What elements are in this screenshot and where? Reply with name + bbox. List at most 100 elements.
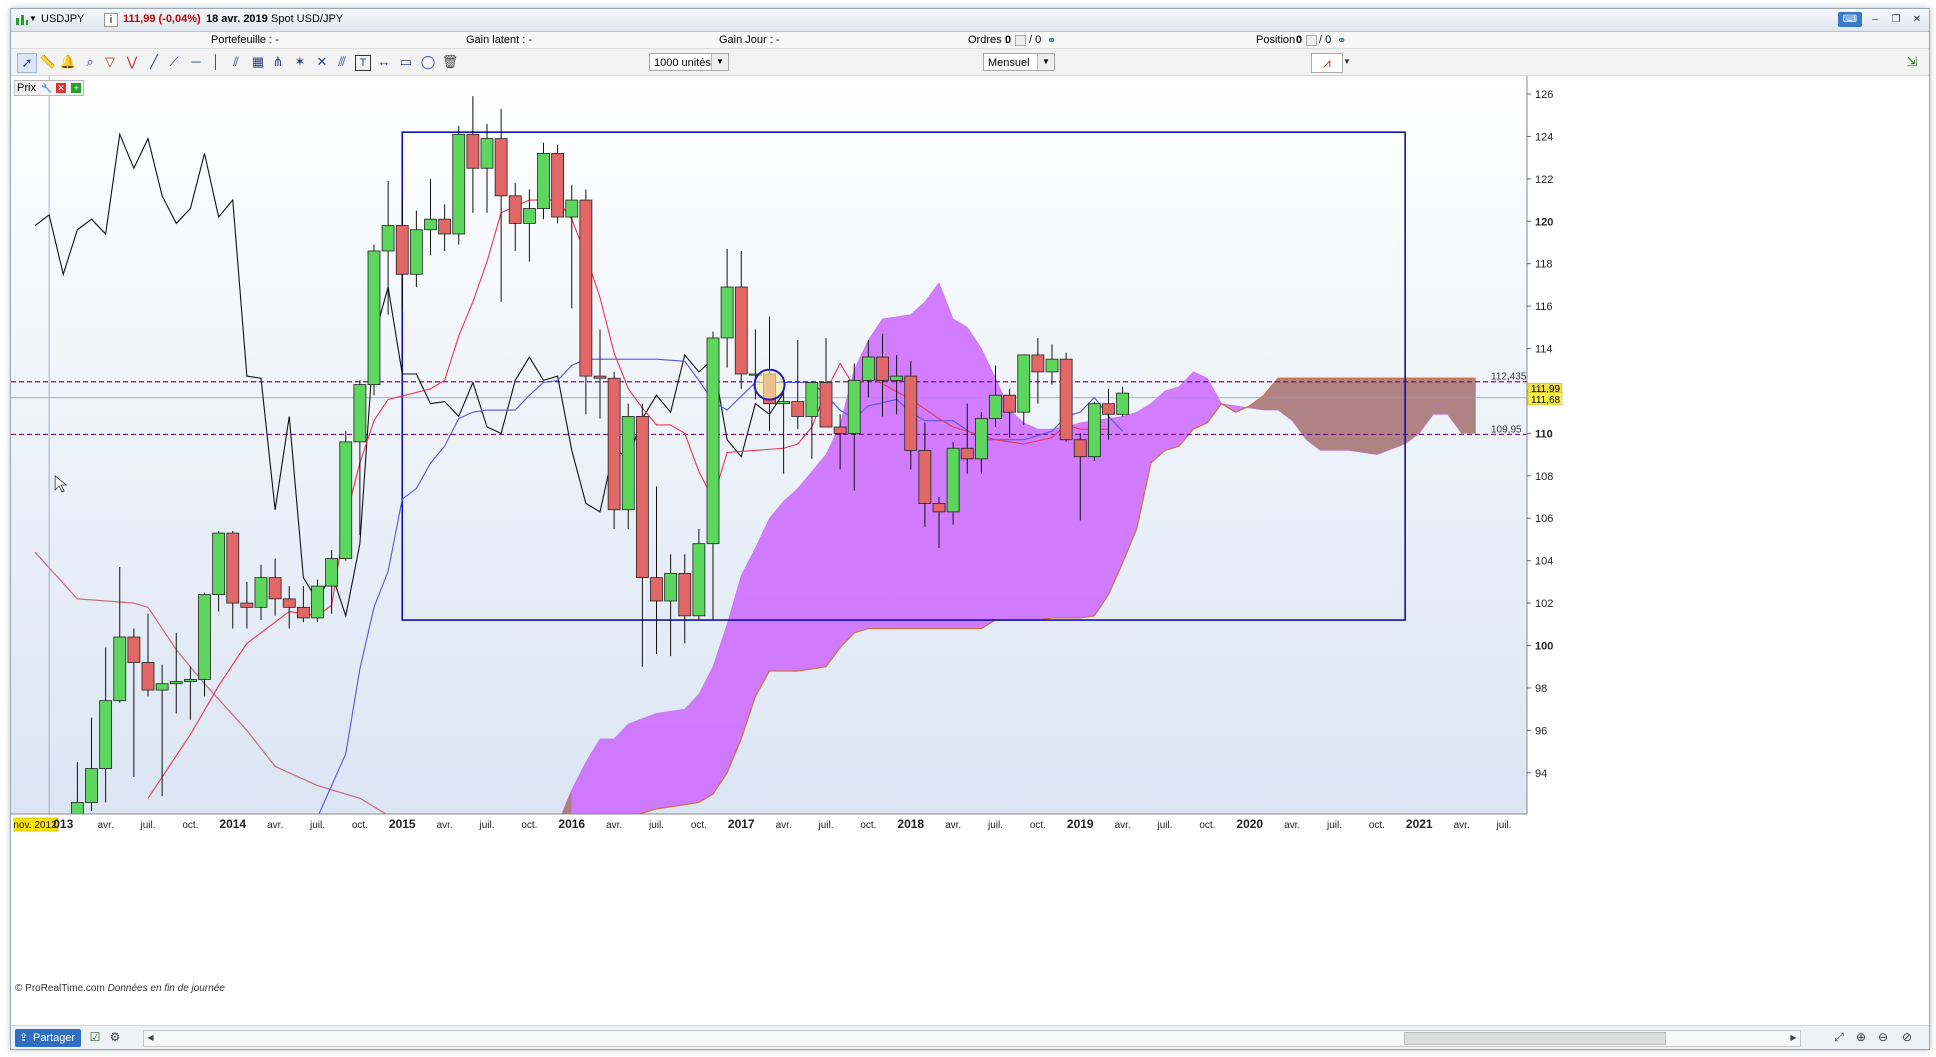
triangle-tool-icon[interactable]: ▽ xyxy=(101,53,119,71)
zoom-out-icon[interactable]: ⊖ xyxy=(1875,1029,1891,1045)
candle-bullish xyxy=(57,822,69,928)
ruler-icon[interactable]: 📏 xyxy=(39,53,57,71)
rectangle-tool-icon[interactable]: ▭ xyxy=(397,53,415,71)
settings-icon[interactable]: ⚙ xyxy=(107,1029,123,1045)
trash-icon[interactable]: 🗑 xyxy=(441,53,459,71)
candle-bearish xyxy=(960,447,974,460)
candle-bullish xyxy=(537,152,550,209)
pitchfork-icon[interactable]: ⋔ xyxy=(269,53,287,71)
x-tick-label: juil. xyxy=(1495,820,1511,831)
y-tick-label: 122 xyxy=(1535,174,1553,186)
x-tick-label: avr. xyxy=(1115,820,1131,831)
zigzag-tool-icon[interactable]: ⋁ xyxy=(123,53,141,71)
x-tick-label: oct. xyxy=(691,820,707,831)
zoom-reset-icon[interactable]: ⊘ xyxy=(1899,1029,1915,1045)
pointer-icon[interactable]: ➚ xyxy=(17,53,37,73)
drawing-toolbar: ➚ 📏 🔔 ⌕ ▽ ⋁ ╱ ⟋ ─ │ ⫽ ▦ ⋔ ✶ ✕ ⫻ T ↔ ▭ ◯ … xyxy=(11,49,1929,76)
scroll-thumb[interactable] xyxy=(1404,1032,1666,1045)
gann-fan-icon[interactable]: ✶ xyxy=(291,53,309,71)
wrench-icon[interactable]: 🔧 xyxy=(41,83,52,93)
channel-icon[interactable]: ⫽ xyxy=(227,53,245,71)
time-scrollbar[interactable]: ◀ ▶ xyxy=(143,1030,1801,1047)
position-link-icon[interactable]: ⚭ xyxy=(1337,34,1346,47)
add-indicator-icon[interactable]: + xyxy=(71,83,82,94)
trendline-icon[interactable]: ╱ xyxy=(145,53,163,71)
cross-icon[interactable]: ✕ xyxy=(313,53,331,71)
y-tick-label: 94 xyxy=(1535,768,1547,780)
symbol-dropdown-icon[interactable]: ▼ xyxy=(29,14,37,23)
chevron-down-icon[interactable]: ▼ xyxy=(1037,54,1054,70)
chart-type-icon[interactable]: ⩘ xyxy=(1311,53,1343,73)
candle-bullish xyxy=(85,768,98,803)
keyboard-icon[interactable]: ⌨ xyxy=(1837,12,1862,27)
chart-type-dropdown-icon[interactable]: ▼ xyxy=(1341,53,1353,71)
fibonacci-icon[interactable]: ▦ xyxy=(249,53,267,71)
ellipse-tool-icon[interactable]: ◯ xyxy=(419,53,437,71)
close-indicator-icon[interactable]: ✕ xyxy=(56,83,67,94)
minimize-icon[interactable]: – xyxy=(1867,12,1883,27)
candle-bullish xyxy=(989,394,1002,419)
position-close-icon[interactable] xyxy=(1306,35,1317,46)
scroll-right-icon[interactable]: ▶ xyxy=(1788,1032,1799,1043)
candle-bearish xyxy=(395,225,409,275)
candle-bearish xyxy=(791,401,805,417)
zoom-in-icon[interactable]: ⊕ xyxy=(1853,1029,1869,1045)
candle-bearish xyxy=(876,356,889,381)
measure-icon[interactable]: ↔ xyxy=(375,53,393,71)
chart-area[interactable]: 9496981001021041061081101121141161181201… xyxy=(11,76,1929,1024)
position-count: 0 xyxy=(1296,34,1303,46)
candle-bearish xyxy=(1059,358,1073,441)
quantity-select[interactable]: 1000 unités ▼ xyxy=(649,53,729,71)
orders-close-icon[interactable] xyxy=(1015,35,1026,46)
period-select[interactable]: Mensuel ▼ xyxy=(983,53,1055,71)
zoom-icon[interactable]: ⌕ xyxy=(81,53,99,71)
watermark-brand: © ProRealTime.com xyxy=(15,983,105,994)
candle-bearish xyxy=(833,426,847,434)
candle-bullish xyxy=(1087,403,1101,458)
info-icon[interactable]: i xyxy=(104,13,118,27)
x-tick-label: oct. xyxy=(182,820,198,831)
x-tick-label: nov. 2012 xyxy=(13,820,57,831)
data-source-note: © ProRealTime.com Données en fin de jour… xyxy=(15,983,225,994)
text-tool-icon[interactable]: T xyxy=(355,55,371,71)
symbol-name[interactable]: USDJPY xyxy=(41,13,84,25)
x-tick-label: avr. xyxy=(437,820,453,831)
price-legend[interactable]: Prix 🔧 ✕ + xyxy=(14,80,85,96)
share-button[interactable]: ⇪ Partager xyxy=(15,1029,81,1047)
daily-gain: Gain Jour : - xyxy=(719,34,780,46)
candle-bearish xyxy=(1073,439,1087,458)
unrealized-gain: Gain latent : - xyxy=(466,34,533,46)
auto-scale-icon[interactable]: ⤢ xyxy=(1831,1029,1847,1045)
candle-bullish xyxy=(424,218,437,231)
x-tick-label: 2020 xyxy=(1236,817,1263,831)
undock-icon[interactable]: ⇲ xyxy=(1903,53,1921,71)
x-tick-label: avr. xyxy=(776,820,792,831)
x-tick-label: avr. xyxy=(1284,820,1300,831)
maximize-icon[interactable]: ❐ xyxy=(1888,12,1904,27)
title-bar: ▼ USDJPY i 111,99 (-0,04%) 18 avr. 2019 … xyxy=(11,9,1929,32)
candle-bullish xyxy=(847,379,861,434)
candle-bullish xyxy=(169,681,183,685)
checklist-icon[interactable]: ☑ xyxy=(87,1029,103,1045)
y-tick-label: 114 xyxy=(1535,344,1553,356)
close-icon[interactable]: ✕ xyxy=(1909,12,1925,27)
last-price: 111,99 (-0,04%) xyxy=(123,13,201,25)
chart-logo-icon[interactable] xyxy=(15,13,29,27)
candle-bullish xyxy=(325,558,339,587)
price-chart[interactable]: 9496981001021041061081101121141161181201… xyxy=(11,76,1929,1024)
candle-bearish xyxy=(494,138,508,197)
scroll-left-icon[interactable]: ◀ xyxy=(145,1032,156,1043)
position-label: Position : xyxy=(1256,34,1302,46)
horizontal-line-icon[interactable]: ─ xyxy=(187,53,205,71)
y-tick-label: 110 xyxy=(1535,428,1553,440)
vertical-line-icon[interactable]: │ xyxy=(207,53,225,71)
ray-line-icon[interactable]: ⟋ xyxy=(165,53,183,71)
candle-bullish xyxy=(565,199,579,218)
chevron-down-icon[interactable]: ▼ xyxy=(711,54,728,70)
x-tick-label: avr. xyxy=(945,820,961,831)
alert-bell-icon[interactable]: 🔔 xyxy=(59,53,77,71)
orders-link-icon[interactable]: ⚭ xyxy=(1047,34,1056,47)
x-tick-label: 013 xyxy=(53,817,73,831)
parallel-lines-icon[interactable]: ⫻ xyxy=(333,53,351,71)
account-info-bar: Portefeuille : - Gain latent : - Gain Jo… xyxy=(11,32,1929,49)
